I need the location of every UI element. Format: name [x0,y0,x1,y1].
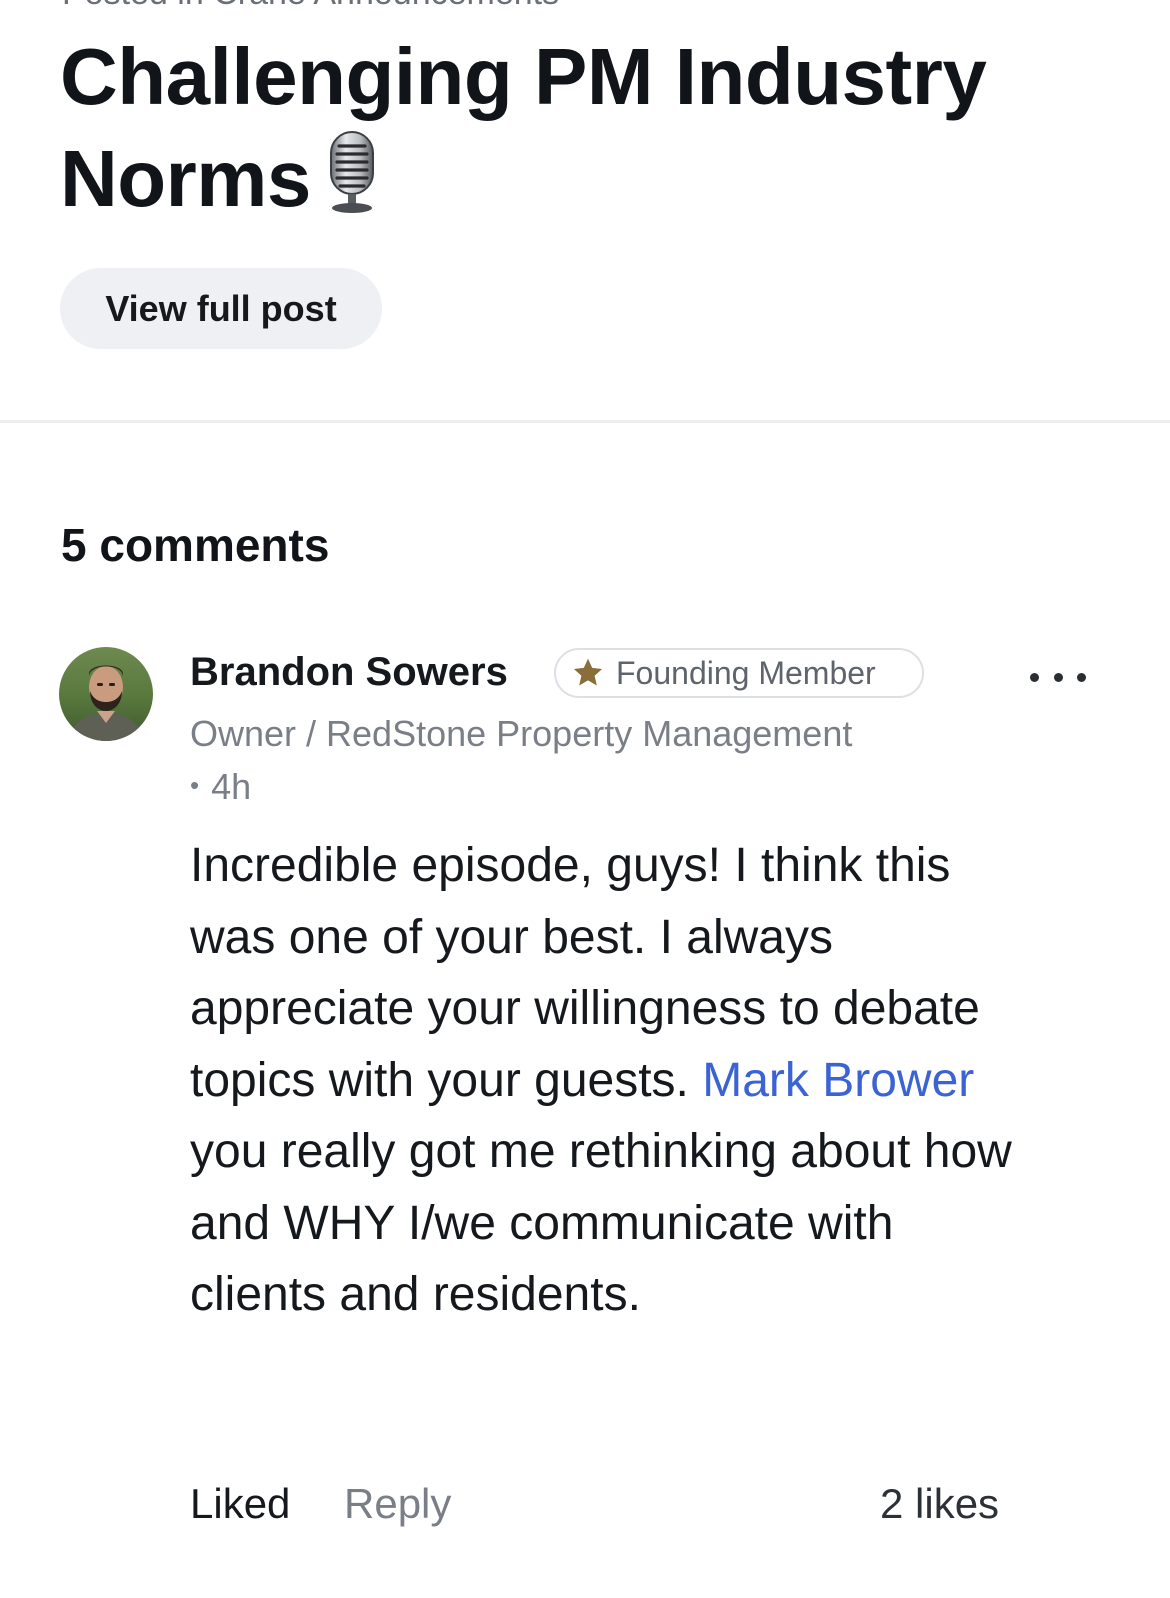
more-dot [1053,672,1063,682]
badge-label: Founding Member [616,654,876,691]
star-icon [573,658,603,686]
more-options-icon[interactable] [1030,660,1086,694]
post-title-text: Challenging PM Industry Norms [60,32,987,223]
mention-link[interactable]: Mark Brower [702,1054,974,1107]
more-dot [1030,672,1039,682]
liked-button[interactable]: Liked [190,1480,290,1528]
author-headline: Owner / RedStone Property Management [190,713,853,754]
posted-in-label[interactable]: Posted in Crane Announcements [62,0,559,13]
comment-text-after: you really got me rethinking about how a… [190,1125,1012,1321]
more-dot [1077,672,1086,682]
avatar[interactable] [59,647,153,741]
post-title: Challenging PM Industry Norms [60,26,1120,230]
reply-button[interactable]: Reply [344,1480,451,1528]
time-value: 4h [211,766,252,807]
time-separator: • [190,770,200,800]
section-divider [0,420,1170,423]
avatar-photo [59,647,153,741]
comments-count: 5 comments [61,519,330,571]
comment-body: Incredible episode, guys! I think this w… [190,830,1020,1331]
microphone-icon [329,131,374,213]
founding-member-badge: Founding Member [554,648,924,698]
comment-timestamp: • 4h [190,766,251,808]
likes-count[interactable]: 2 likes [880,1480,999,1528]
view-full-post-button[interactable]: View full post [60,268,382,349]
author-name[interactable]: Brandon Sowers [190,650,508,695]
